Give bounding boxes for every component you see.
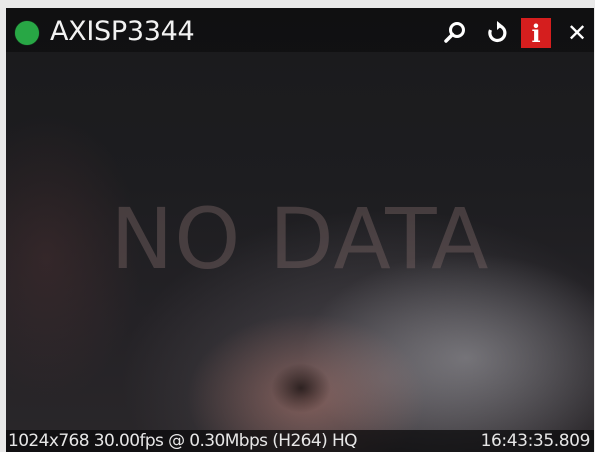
video-background-blur: [271, 363, 331, 413]
refresh-icon[interactable]: [482, 18, 512, 48]
camera-title-bar: AXISP3344 i ✕: [6, 8, 594, 52]
close-icon[interactable]: ✕: [562, 18, 592, 48]
no-data-message: NO DATA: [110, 190, 490, 288]
video-viewport[interactable]: NO DATA AXISP3344 i ✕ 1024x768 30.00fps: [6, 8, 594, 452]
info-icon[interactable]: i: [521, 18, 551, 48]
status-indicator-icon: [15, 21, 39, 45]
stream-info-bar: 1024x768 30.00fps @ 0.30Mbps (H264) HQ 1…: [6, 430, 594, 452]
search-icon[interactable]: [440, 18, 470, 48]
camera-window: NO DATA AXISP3344 i ✕ 1024x768 30.00fps: [0, 0, 595, 452]
camera-name: AXISP3344: [50, 16, 195, 47]
stream-timestamp: 16:43:35.809: [480, 431, 591, 451]
stream-details: 1024x768 30.00fps @ 0.30Mbps (H264) HQ: [8, 431, 358, 451]
